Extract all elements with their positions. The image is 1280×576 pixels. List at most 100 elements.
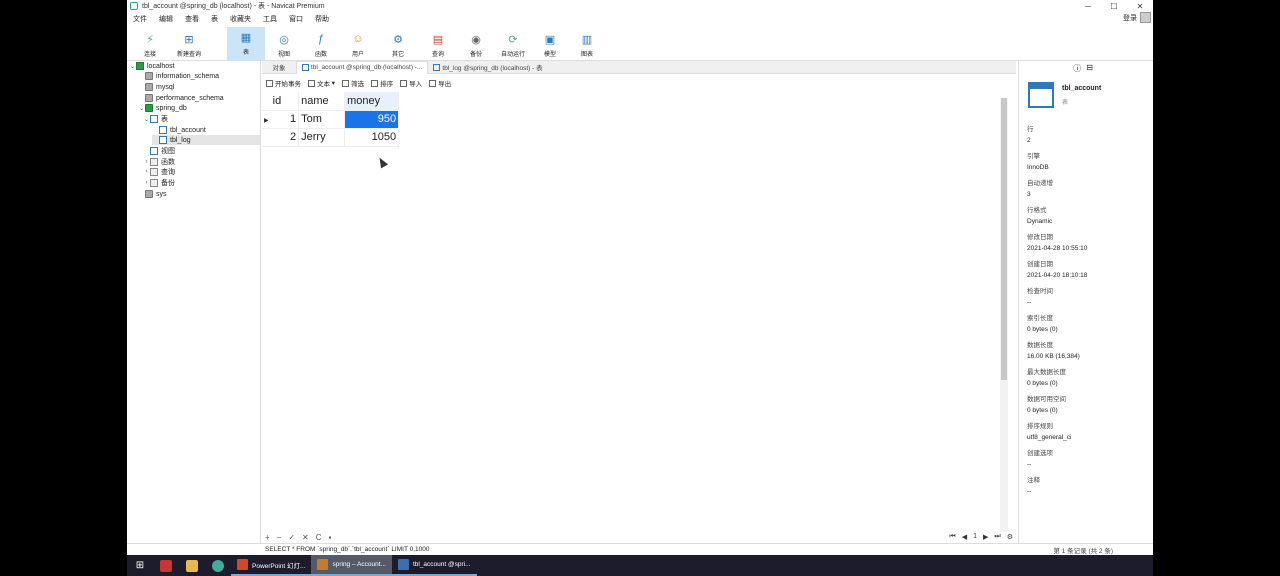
import-button[interactable]: 导入 [400, 78, 422, 88]
toolbar-automation-button[interactable]: ⟳ 自动运行 [494, 29, 532, 61]
toolbar-chart-button[interactable]: ▥ 图表 [568, 29, 606, 61]
filter-button[interactable]: 筛选 [342, 78, 364, 88]
add-record-icon[interactable]: + [265, 533, 270, 542]
menu-table[interactable]: 表 [205, 14, 224, 24]
tree-item-functions[interactable]: › 函数 [143, 157, 175, 167]
menu-help[interactable]: 帮助 [309, 14, 335, 24]
export-button[interactable]: 导出 [429, 78, 451, 88]
tree-item-information-schema[interactable]: information_schema [138, 71, 219, 81]
function-folder-icon [150, 158, 158, 166]
sort-button[interactable]: 排序 [371, 78, 393, 88]
login-area[interactable]: 登录 [1123, 12, 1151, 23]
scrollbar-thumb[interactable] [1001, 98, 1007, 380]
cell-id[interactable]: 1 [270, 110, 300, 129]
avatar-icon[interactable] [1140, 12, 1151, 23]
tab-tbl-account[interactable]: tbl_account @spring_db (localhost) -... [296, 60, 429, 74]
tab-objects[interactable]: 对象 [262, 61, 296, 74]
maximize-button[interactable]: ☐ [1101, 0, 1127, 12]
vertical-scrollbar[interactable] [1000, 98, 1008, 532]
tree-item-mysql[interactable]: mysql [138, 82, 174, 92]
menu-view[interactable]: 查看 [179, 14, 205, 24]
toolbar-function-button[interactable]: ƒ 函数 [302, 29, 340, 61]
toolbar-model-button[interactable]: ▣ 模型 [531, 29, 569, 61]
windows-start-icon[interactable]: ⊞ [127, 555, 153, 576]
first-page-icon[interactable]: ⏮ [949, 533, 955, 541]
chevron-right-icon[interactable]: › [143, 180, 150, 186]
settings-icon[interactable]: ⚙ [1007, 533, 1013, 541]
toolbar-connection-button[interactable]: ⚡ 连接 [131, 29, 169, 61]
taskbar-item-powerpoint[interactable]: PowerPoint 幻灯... [231, 555, 312, 576]
toolbar-user-button[interactable]: ☺ 用户 [339, 29, 377, 61]
taskbar-item-intellij[interactable]: spring – Account... [311, 555, 392, 576]
windows-taskbar: ⊞ PowerPoint 幻灯... spring – Account... t… [127, 555, 1153, 576]
prev-page-icon[interactable]: ◀ [962, 533, 967, 541]
cell-money[interactable]: 950 [344, 110, 400, 129]
tree-item-tbl-account[interactable]: tbl_account [152, 125, 260, 135]
taskbar-item-navicat[interactable]: tbl_account @spri... [391, 555, 477, 576]
tab-tbl-log[interactable]: tbl_log @spring_db (localhost) - 表 [428, 61, 547, 74]
prop-auto-increment: 自动递增 3 [1027, 177, 1053, 198]
tree-item-queries[interactable]: › 查询 [143, 167, 175, 177]
taskbar-app-icon[interactable] [153, 555, 179, 576]
chrome-icon[interactable] [205, 555, 231, 576]
column-header-name[interactable]: name [298, 92, 346, 111]
toolbar-view-button[interactable]: ◎ 视图 [265, 29, 303, 61]
chevron-right-icon[interactable]: › [143, 169, 150, 175]
tree-item-sys[interactable]: sys [138, 189, 167, 199]
file-explorer-icon[interactable] [179, 555, 205, 576]
cell-id[interactable]: 2 [270, 128, 300, 147]
prop-key: 注释 [1027, 477, 1040, 484]
tree-item-spring-db[interactable]: ⌄ spring_db [138, 103, 187, 113]
menu-window[interactable]: 窗口 [283, 14, 309, 24]
tree-item-tbl-log[interactable]: tbl_log [152, 135, 260, 145]
tree-item-backups[interactable]: › 备份 [143, 178, 175, 188]
panel-toggle-icon[interactable]: ⊟ [1086, 63, 1093, 74]
table-row[interactable]: 2 Jerry 1050 [262, 128, 400, 147]
cell-name[interactable]: Tom [298, 110, 346, 129]
apply-changes-icon[interactable]: ✓ [288, 533, 295, 542]
prop-value: 2 [1027, 137, 1031, 144]
menu-file[interactable]: 文件 [127, 14, 153, 24]
database-icon [145, 104, 153, 112]
info-icon[interactable]: ⓘ [1073, 63, 1081, 74]
prop-value: Dynamic [1027, 218, 1053, 225]
close-button[interactable]: ✕ [1127, 0, 1153, 12]
toolbar-label: 模型 [543, 52, 556, 58]
tree-item-views[interactable]: 视图 [143, 146, 175, 156]
menu-tools[interactable]: 工具 [257, 14, 283, 24]
prop-key: 修改日期 [1027, 234, 1053, 241]
chevron-down-icon[interactable]: ⌄ [129, 63, 136, 70]
stop-icon[interactable]: ▪ [329, 533, 332, 542]
toolbar-table-button[interactable]: ▦ 表 [227, 27, 265, 61]
prop-key: 检查时间 [1027, 288, 1053, 295]
refresh-icon[interactable]: C [316, 533, 322, 542]
column-header-money[interactable]: money [344, 92, 400, 111]
page-number[interactable]: 1 [973, 533, 977, 541]
menu-edit[interactable]: 编辑 [153, 14, 179, 24]
chevron-down-icon[interactable]: ⌄ [138, 105, 145, 112]
last-page-icon[interactable]: ⏭ [994, 533, 1000, 541]
tree-item-localhost[interactable]: ⌄ localhost [129, 61, 175, 71]
next-page-icon[interactable]: ▶ [983, 533, 988, 541]
toolbar-backup-button[interactable]: ◉ 备份 [457, 29, 495, 61]
toolbar-new-query-button[interactable]: ⊞ 新建查询 [170, 29, 208, 61]
chevron-down-icon[interactable]: ⌄ [143, 116, 150, 123]
folder-icon [186, 559, 198, 572]
begin-transaction-button[interactable]: 开始事务 [266, 78, 301, 88]
toolbar-other-button[interactable]: ⚙ 其它 [379, 29, 417, 61]
menu-favorites[interactable]: 收藏夹 [224, 14, 257, 24]
cell-name[interactable]: Jerry [298, 128, 346, 147]
text-button[interactable]: 文本 ▾ [308, 78, 335, 88]
tree-item-performance-schema[interactable]: performance_schema [138, 93, 224, 103]
table-row[interactable]: ▶ 1 Tom 950 [262, 110, 400, 129]
login-label[interactable]: 登录 [1123, 13, 1137, 23]
cell-money[interactable]: 1050 [344, 128, 400, 147]
discard-changes-icon[interactable]: ✕ [302, 533, 309, 542]
delete-record-icon[interactable]: − [277, 533, 282, 542]
toolbar-query-button[interactable]: ▤ 查询 [419, 29, 457, 61]
pagination: ⏮ ◀ 1 ▶ ⏭ ⚙ [949, 533, 1013, 541]
chevron-right-icon[interactable]: › [143, 159, 150, 165]
tree-item-tables[interactable]: ⌄ 表 [143, 114, 168, 124]
minimize-button[interactable]: ─ [1075, 0, 1101, 12]
column-header-id[interactable]: id [270, 92, 300, 111]
